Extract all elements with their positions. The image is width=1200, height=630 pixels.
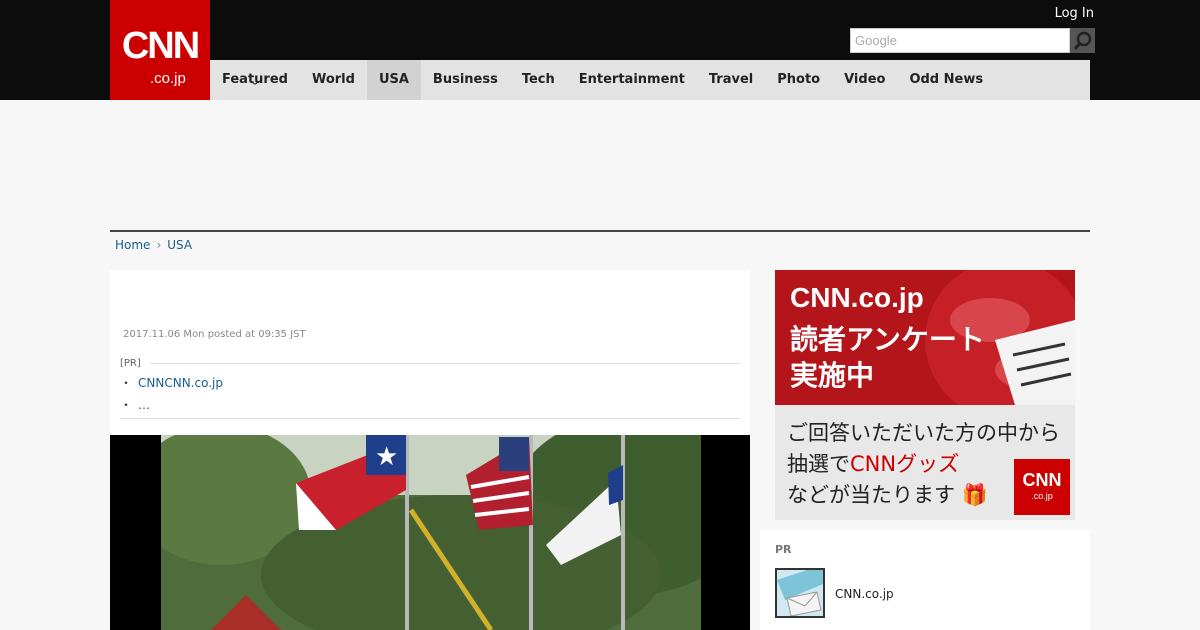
pr-link[interactable]: ・… [120, 396, 223, 413]
banner-title: 実施中 [790, 359, 875, 392]
pr-box: PR CNN.co.jp [760, 530, 1090, 630]
chevron-right-icon: › [156, 238, 162, 252]
banner-text: ご回答いただいた方の中から [787, 421, 1060, 445]
nav-odd-news[interactable]: Odd News [897, 60, 995, 100]
main-nav: Featured ﹀ World USA Business Tech Enter… [210, 60, 1090, 100]
logo-sub: .co.jp [150, 70, 186, 87]
divider [120, 418, 740, 419]
pr-link-text: … [138, 398, 151, 412]
chevron-down-icon: ﹀ [250, 82, 260, 92]
banner-text-highlight: CNNグッズ [850, 452, 960, 476]
nav-business[interactable]: Business [421, 60, 510, 100]
search-input[interactable]: Google [850, 28, 1070, 53]
photo-image: ★ [161, 435, 701, 630]
flags-photo: ★ [161, 435, 701, 630]
cnn-badge: CNN .co.jp [1014, 459, 1070, 515]
breadcrumb: Home › USA [115, 238, 192, 252]
nav-usa[interactable]: USA [366, 60, 421, 100]
nav-video[interactable]: Video [832, 60, 897, 100]
banner-bottom: ご回答いただいた方の中から 抽選でCNNグッズ などが当たります 🎁 CNN .c… [775, 405, 1075, 520]
top-bar: CNN .co.jp Log In Google Featured ﹀ Worl… [0, 0, 1200, 100]
banner-text: 抽選でCNNグッズ [787, 448, 959, 478]
logo-mark: CNN [121, 25, 200, 67]
divider [150, 363, 740, 364]
article-photo[interactable]: ★ [110, 435, 750, 630]
gift-icon: 🎁 [961, 483, 988, 507]
nav-travel[interactable]: Travel [697, 60, 765, 100]
pr-box-link[interactable]: CNN.co.jp [835, 587, 894, 601]
nav-featured[interactable]: Featured ﹀ [210, 60, 300, 100]
banner-text-part: 抽選で [787, 452, 850, 476]
pr-thumbnail[interactable] [775, 568, 825, 618]
article-main: 2017.11.06 Mon posted at 09:35 JST [PR] … [110, 270, 750, 630]
pr-label: [PR] [120, 358, 141, 369]
cnn-logo[interactable]: CNN .co.jp [110, 0, 210, 100]
nav-tech[interactable]: Tech [510, 60, 567, 100]
search-button[interactable] [1070, 28, 1095, 53]
banner-title: CNN.co.jp [790, 282, 924, 313]
pr-link[interactable]: ・ CNNCNN.co.jp [120, 374, 223, 391]
breadcrumb-usa[interactable]: USA [167, 238, 192, 252]
nav-photo[interactable]: Photo [765, 60, 832, 100]
banner-text: などが当たります 🎁 [787, 479, 988, 509]
survey-banner[interactable]: CNN.co.jp 読者アンケート 実施中 ご回答いただいた方の中から 抽選でC… [775, 270, 1075, 520]
divider [110, 230, 1090, 232]
nav-world[interactable]: World [300, 60, 367, 100]
ad-space [110, 100, 1090, 230]
search-icon [1073, 31, 1091, 50]
nav-entertainment[interactable]: Entertainment [567, 60, 697, 100]
badge-sub: .co.jp [1031, 491, 1053, 501]
article-date: 2017.11.06 Mon posted at 09:35 JST [123, 329, 306, 340]
envelope-icon [777, 570, 823, 616]
svg-text:★: ★ [375, 442, 398, 472]
banner-top: CNN.co.jp 読者アンケート 実施中 [775, 270, 1075, 405]
banner-title: 読者アンケート [790, 323, 985, 356]
badge-text: CNN [1022, 470, 1062, 490]
pr-link-list: ・ CNNCNN.co.jp ・… [120, 374, 223, 418]
banner-text-part: などが当たります [787, 483, 955, 507]
pr-box-label: PR [775, 543, 792, 556]
pr-link-text: CNNCNN.co.jp [138, 376, 223, 390]
login-link[interactable]: Log In [1055, 6, 1094, 21]
breadcrumb-home[interactable]: Home [115, 238, 150, 252]
